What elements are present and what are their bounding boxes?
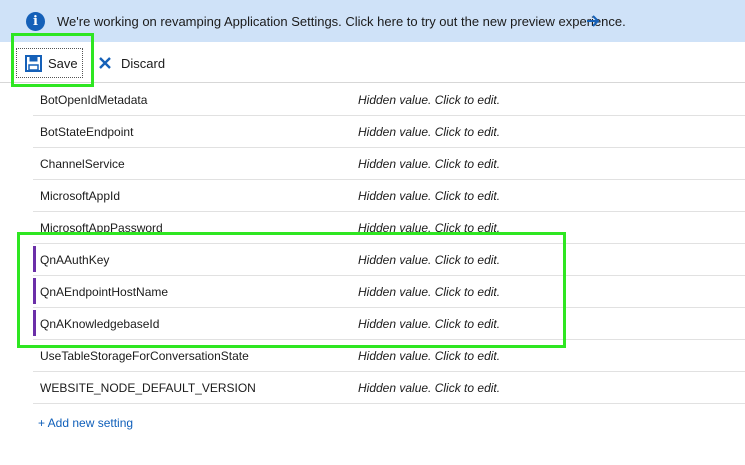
setting-name: WEBSITE_NODE_DEFAULT_VERSION: [40, 381, 256, 395]
setting-row[interactable]: QnAKnowledgebaseId Hidden value. Click t…: [33, 308, 745, 340]
setting-row[interactable]: BotStateEndpoint Hidden value. Click to …: [33, 116, 745, 148]
banner-message[interactable]: We're working on revamping Application S…: [57, 14, 626, 29]
toolbar-divider: [0, 82, 745, 83]
setting-row[interactable]: QnAEndpointHostName Hidden value. Click …: [33, 276, 745, 308]
modified-marker: [33, 246, 36, 272]
save-label: Save: [48, 55, 78, 71]
setting-name: QnAAuthKey: [40, 253, 110, 267]
setting-name: QnAEndpointHostName: [40, 285, 169, 299]
discard-label: Discard: [121, 55, 166, 71]
floppy-disk-icon: [25, 54, 42, 72]
setting-value[interactable]: Hidden value. Click to edit.: [358, 253, 500, 267]
x-icon: [99, 57, 111, 69]
arrow-right-icon[interactable]: [586, 13, 600, 29]
setting-name: BotStateEndpoint: [40, 125, 134, 139]
setting-row[interactable]: QnAAuthKey Hidden value. Click to edit.: [33, 244, 745, 276]
preview-banner[interactable]: i We're working on revamping Application…: [0, 0, 745, 42]
setting-row[interactable]: WEBSITE_NODE_DEFAULT_VERSION Hidden valu…: [33, 372, 745, 404]
setting-value[interactable]: Hidden value. Click to edit.: [358, 125, 500, 139]
setting-row[interactable]: BotOpenIdMetadata Hidden value. Click to…: [33, 84, 745, 116]
setting-row[interactable]: UseTableStorageForConversationState Hidd…: [33, 340, 745, 372]
setting-value[interactable]: Hidden value. Click to edit.: [358, 189, 500, 203]
setting-value[interactable]: Hidden value. Click to edit.: [358, 157, 500, 171]
setting-row[interactable]: MicrosoftAppPassword Hidden value. Click…: [33, 212, 745, 244]
setting-row[interactable]: ChannelService Hidden value. Click to ed…: [33, 148, 745, 180]
save-button[interactable]: Save: [16, 48, 83, 78]
setting-name: UseTableStorageForConversationState: [40, 349, 249, 363]
info-icon: i: [26, 12, 45, 31]
modified-marker: [33, 310, 36, 336]
setting-value[interactable]: Hidden value. Click to edit.: [358, 349, 500, 363]
add-new-setting-link[interactable]: + Add new setting: [38, 416, 133, 430]
app-settings-page: i We're working on revamping Application…: [0, 0, 745, 465]
modified-marker: [33, 278, 36, 304]
setting-value[interactable]: Hidden value. Click to edit.: [358, 381, 500, 395]
setting-value[interactable]: Hidden value. Click to edit.: [358, 317, 500, 331]
setting-name: MicrosoftAppId: [40, 189, 121, 203]
setting-name: ChannelService: [40, 157, 125, 171]
setting-name: QnAKnowledgebaseId: [40, 317, 160, 331]
setting-name: BotOpenIdMetadata: [40, 93, 148, 107]
setting-row[interactable]: MicrosoftAppId Hidden value. Click to ed…: [33, 180, 745, 212]
discard-button[interactable]: Discard: [98, 48, 170, 78]
setting-value[interactable]: Hidden value. Click to edit.: [358, 285, 500, 299]
setting-value[interactable]: Hidden value. Click to edit.: [358, 221, 500, 235]
toolbar: Save Discard: [0, 42, 745, 82]
setting-value[interactable]: Hidden value. Click to edit.: [358, 93, 500, 107]
setting-name: MicrosoftAppPassword: [40, 221, 163, 235]
